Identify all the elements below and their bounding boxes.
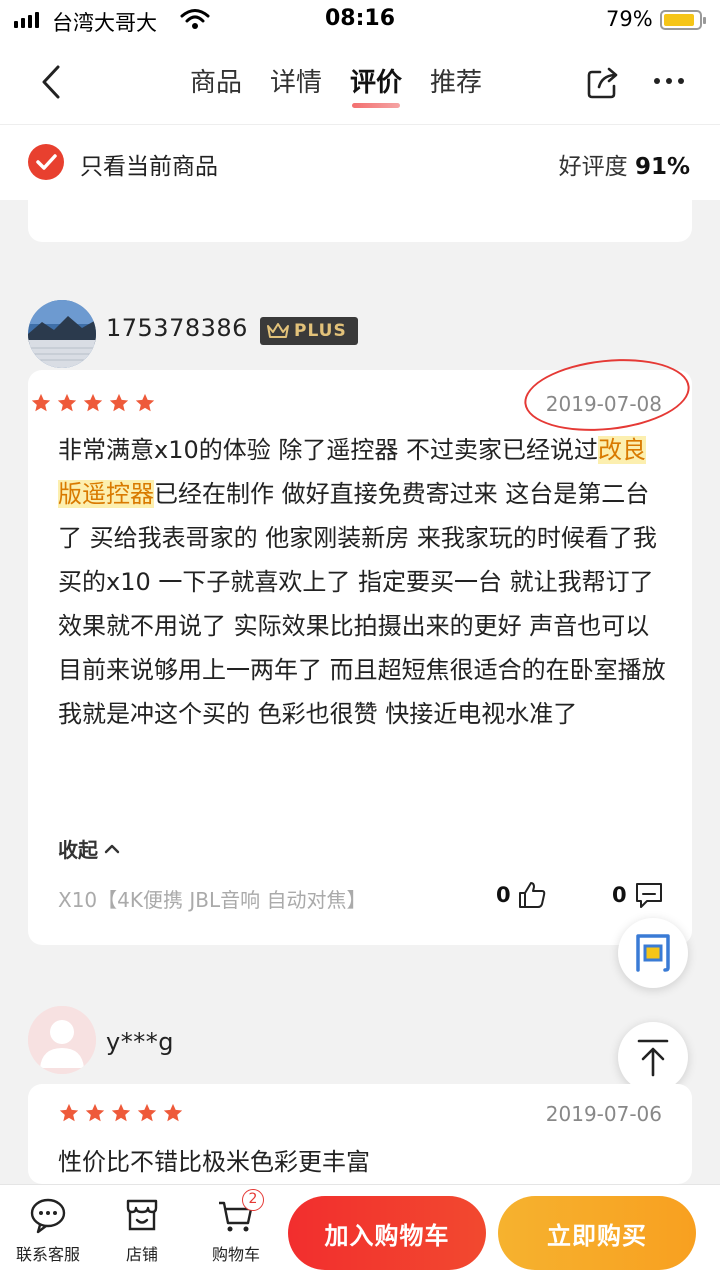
reviewer-name: 175378386 (106, 314, 248, 342)
like-button[interactable]: 0 (496, 880, 547, 910)
star-icon (85, 1103, 105, 1122)
back-to-top-button[interactable] (618, 1022, 688, 1092)
share-icon[interactable] (586, 66, 620, 100)
current-product-filter-label[interactable]: 只看当前商品 (80, 147, 218, 181)
cart-label: 购物车 (211, 1245, 260, 1264)
praise-label: 好评度 (558, 154, 628, 180)
previous-review-card (28, 200, 692, 242)
add-to-cart-button[interactable]: 加入购物车 (288, 1196, 486, 1270)
top-nav: 商品 详情 评价 推荐 (0, 40, 720, 124)
praise-rate: 好评度 91% (559, 147, 690, 181)
ask-button[interactable] (618, 918, 688, 988)
comment-count: 0 (612, 883, 627, 907)
plus-badge: PLUS (260, 317, 358, 345)
checkbox-checked-icon[interactable] (28, 144, 64, 180)
more-options-icon[interactable] (654, 78, 684, 84)
chevron-up-icon (104, 844, 120, 853)
star-icon (137, 1103, 157, 1122)
star-icon (163, 1103, 183, 1122)
star-icon (109, 393, 129, 412)
like-count: 0 (496, 883, 511, 907)
star-rating (58, 1102, 184, 1124)
star-icon (111, 1103, 131, 1122)
praise-value: 91% (634, 154, 690, 180)
shop-button[interactable]: 店铺 (100, 1195, 184, 1265)
tab-product[interactable]: 商品 (190, 62, 242, 102)
arrow-up-icon (637, 1039, 669, 1077)
status-bar: 台湾大哥大 08:16 79% (0, 0, 720, 40)
avatar[interactable] (28, 300, 96, 368)
ask-icon (636, 934, 670, 972)
cart-button[interactable]: 购物车 2 (194, 1189, 278, 1265)
review-content: 性价比不错比极米色彩更丰富 (58, 1148, 370, 1176)
tab-bar: 商品 详情 评价 推荐 (190, 62, 482, 108)
star-icon (59, 1103, 79, 1122)
battery-icon (660, 10, 706, 30)
collapse-label: 收起 (58, 838, 98, 862)
collapse-button[interactable]: 收起 (58, 834, 120, 863)
star-rating (30, 392, 156, 414)
battery-percent: 79% (606, 7, 653, 31)
star-icon (83, 393, 103, 412)
thumbs-up-icon (518, 882, 545, 908)
star-icon (31, 393, 51, 412)
comment-icon (635, 883, 662, 908)
shop-icon (126, 1199, 158, 1231)
star-icon (135, 393, 155, 412)
customer-service-button[interactable]: 联系客服 (6, 1195, 90, 1265)
customer-service-label: 联系客服 (15, 1245, 80, 1264)
shop-label: 店铺 (125, 1245, 158, 1264)
review-content: 非常满意x10的体验 除了遥控器 不过卖家已经说过改良版遥控器已经在制作 做好直… (58, 428, 668, 736)
buy-now-button[interactable]: 立即购买 (498, 1196, 696, 1270)
review-date: 2019-07-06 (545, 1102, 662, 1126)
back-arrow-icon[interactable] (36, 64, 66, 100)
tab-recommend[interactable]: 推荐 (430, 62, 482, 102)
bottom-action-bar: 联系客服 店铺 购物车 2 加入购物车 立即购买 (0, 1184, 720, 1280)
plus-badge-label: PLUS (294, 321, 347, 341)
review-text: 非常满意x10的体验 除了遥控器 不过卖家已经说过 (58, 436, 598, 464)
star-icon (57, 393, 77, 412)
review-text-paragraph-2: 效果就不用说了 实际效果比拍摄出来的更好 声音也可以 目前来说够用上一两年了 而… (58, 612, 666, 728)
filter-bar: 只看当前商品 好评度 91% (0, 124, 720, 200)
tab-details[interactable]: 详情 (270, 62, 322, 102)
comment-button[interactable]: 0 (612, 880, 665, 910)
cart-count-badge: 2 (242, 1189, 264, 1211)
product-spec: X10【4K便携 JBL音响 自动对焦】 (58, 888, 367, 912)
chat-bubble-icon (30, 1198, 66, 1234)
crown-icon (267, 323, 289, 338)
reviewer-name: y***g (106, 1028, 174, 1056)
tab-reviews[interactable]: 评价 (350, 62, 402, 108)
avatar[interactable] (28, 1006, 96, 1074)
